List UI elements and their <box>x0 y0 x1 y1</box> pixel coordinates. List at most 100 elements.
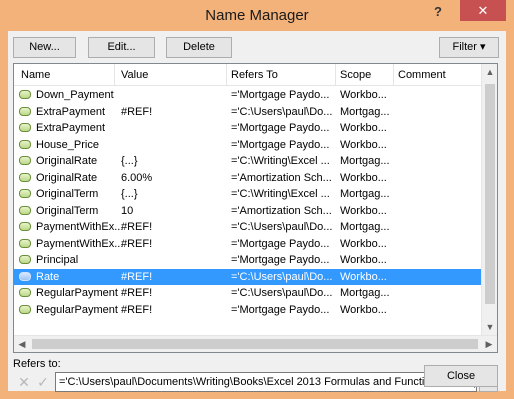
list-item[interactable]: OriginalTerm 10 ='Amortization Sch... Workb… <box>14 203 484 220</box>
cell-value: 10 <box>121 204 134 217</box>
delete-button[interactable]: Delete <box>166 37 232 58</box>
cell-value: {...} <box>121 188 138 200</box>
column-divider[interactable] <box>226 64 227 86</box>
cell-scope: Mortgag... <box>340 287 390 299</box>
vertical-scroll-thumb[interactable] <box>485 84 495 304</box>
list-item[interactable]: ExtraPayment #REF! ='C:\Users\paul\Do... Mo… <box>14 104 484 121</box>
cell-refers-to: ='C:\Users\paul\Do... <box>231 105 333 118</box>
cell-name: OriginalTerm <box>36 188 99 200</box>
cell-scope: Workbo... <box>340 270 387 283</box>
cell-name: ExtraPayment <box>36 105 106 118</box>
cell-name: PaymentWithEx... <box>36 221 124 233</box>
cell-name: Down_Payment <box>36 89 114 101</box>
list-header: Name Value Refers To Scope Comment <box>14 64 484 86</box>
list-rows: Down_Payment ='Mortgage Paydo... Workbo...… <box>14 87 484 318</box>
list-item[interactable]: Rate #REF! ='C:\Users\paul\Do... Workbo... <box>14 268 484 285</box>
cell-name: RegularPayment <box>36 287 118 299</box>
column-divider[interactable] <box>335 64 336 86</box>
list-item[interactable]: Down_Payment ='Mortgage Paydo... Workbo... <box>14 87 484 104</box>
cell-refers-to: ='C:\Users\paul\Do... <box>231 287 333 299</box>
cell-value: 6.00% <box>121 171 153 184</box>
list-item[interactable]: ExtraPayment ='Mortgage Paydo... Workbo... <box>14 120 484 137</box>
cell-scope: Mortgag... <box>340 188 390 200</box>
scroll-up-icon[interactable]: ▲ <box>482 64 497 80</box>
named-range-icon <box>19 90 31 99</box>
list-item[interactable]: Principal ='Mortgage Paydo... Workbo... <box>14 252 484 269</box>
window-close-button[interactable]: ✕ <box>460 0 506 21</box>
cell-value: #REF! <box>121 105 153 118</box>
named-range-icon <box>19 172 31 182</box>
dialog-body: New... Edit... Delete Filter ▾ Name Valu… <box>8 31 506 392</box>
scroll-right-icon[interactable]: ▶ <box>481 336 497 352</box>
cell-refers-to: ='Amortization Sch... <box>231 171 332 184</box>
cell-refers-to: ='Mortgage Paydo... <box>231 254 330 266</box>
list-item[interactable]: PaymentWithEx... #REF! ='C:\Users\paul\Do.… <box>14 219 484 236</box>
column-divider[interactable] <box>114 64 115 86</box>
cell-scope: Mortgag... <box>340 221 390 233</box>
list-item[interactable]: RegularPayment #REF! ='C:\Users\paul\Do...… <box>14 285 484 302</box>
cell-scope: Workbo... <box>340 89 387 101</box>
named-range-icon <box>19 288 31 297</box>
cell-refers-to: ='Mortgage Paydo... <box>231 303 330 316</box>
cell-refers-to: ='C:\Users\paul\Do... <box>231 221 333 233</box>
named-range-icon <box>19 255 31 264</box>
refers-to-label: Refers to: <box>13 358 61 370</box>
column-header-comment[interactable]: Comment <box>398 69 446 81</box>
scroll-left-icon[interactable]: ◀ <box>14 336 30 352</box>
cell-scope: Workbo... <box>340 204 387 217</box>
cell-refers-to: ='Mortgage Paydo... <box>231 237 330 250</box>
list-item[interactable]: PaymentWithEx... #REF! ='Mortgage Paydo...… <box>14 236 484 253</box>
cell-name: Principal <box>36 254 79 266</box>
list-item[interactable]: OriginalTerm {...} ='C:\Writing\Excel ... M… <box>14 186 484 203</box>
names-list[interactable]: Name Value Refers To Scope Comment Down_… <box>13 63 498 353</box>
cell-refers-to: ='C:\Users\paul\Do... <box>231 270 333 283</box>
cell-scope: Workbo... <box>340 254 387 266</box>
cell-scope: Mortgag... <box>340 105 390 118</box>
title-bar[interactable]: Name Manager ? ✕ <box>0 0 514 31</box>
close-button[interactable]: Close <box>424 365 498 387</box>
column-header-name[interactable]: Name <box>21 69 50 81</box>
cell-name: OriginalRate <box>36 171 98 184</box>
help-button[interactable]: ? <box>426 2 450 22</box>
edit-button[interactable]: Edit... <box>88 37 155 58</box>
cell-scope: Workbo... <box>340 138 387 151</box>
list-item[interactable]: OriginalRate 6.00% ='Amortization Sch... Wo… <box>14 170 484 187</box>
cell-value: #REF! <box>121 270 153 283</box>
horizontal-scroll-thumb[interactable] <box>32 339 478 349</box>
cell-scope: Workbo... <box>340 237 387 250</box>
column-header-scope[interactable]: Scope <box>340 69 371 81</box>
list-item[interactable]: OriginalRate {...} ='C:\Writing\Excel ... M… <box>14 153 484 170</box>
cell-scope: Workbo... <box>340 122 387 134</box>
cell-refers-to: ='Mortgage Paydo... <box>231 122 330 134</box>
cell-name: Rate <box>36 270 60 283</box>
commit-edit-icon[interactable]: ✓ <box>34 373 52 391</box>
cell-name: OriginalTerm <box>36 204 99 217</box>
cell-name: House_Price <box>36 138 99 151</box>
cell-refers-to: ='C:\Writing\Excel ... <box>231 155 330 167</box>
horizontal-scrollbar[interactable]: ◀ ▶ <box>14 335 497 352</box>
name-manager-window: Name Manager ? ✕ New... Edit... Delete F… <box>0 0 514 399</box>
cell-value: #REF! <box>121 287 153 299</box>
column-header-value[interactable]: Value <box>121 69 148 81</box>
cancel-edit-icon[interactable]: ✕ <box>15 373 33 391</box>
cell-value: {...} <box>121 155 138 167</box>
column-divider[interactable] <box>393 64 394 86</box>
cell-refers-to: ='Mortgage Paydo... <box>231 138 330 151</box>
named-range-icon <box>19 189 31 198</box>
named-range-icon <box>19 106 31 116</box>
new-button[interactable]: New... <box>13 37 76 58</box>
cell-name: RegularPayment <box>36 303 118 316</box>
list-item[interactable]: RegularPayment #REF! ='Mortgage Paydo... Wo… <box>14 302 484 319</box>
named-range-icon <box>19 205 31 215</box>
column-header-refers-to[interactable]: Refers To <box>231 69 278 81</box>
cell-name: PaymentWithEx... <box>36 237 124 250</box>
refers-to-input[interactable]: ='C:\Users\paul\Documents\Writing\Books\… <box>55 372 477 392</box>
cell-refers-to: ='Amortization Sch... <box>231 204 332 217</box>
cell-refers-to: ='Mortgage Paydo... <box>231 89 330 101</box>
cell-value: #REF! <box>121 303 153 316</box>
vertical-scrollbar[interactable]: ▲ ▼ <box>481 64 497 335</box>
list-item[interactable]: House_Price ='Mortgage Paydo... Workbo... <box>14 137 484 154</box>
cell-name: OriginalRate <box>36 155 98 167</box>
scroll-down-icon[interactable]: ▼ <box>482 319 497 335</box>
filter-button[interactable]: Filter ▾ <box>439 37 499 58</box>
